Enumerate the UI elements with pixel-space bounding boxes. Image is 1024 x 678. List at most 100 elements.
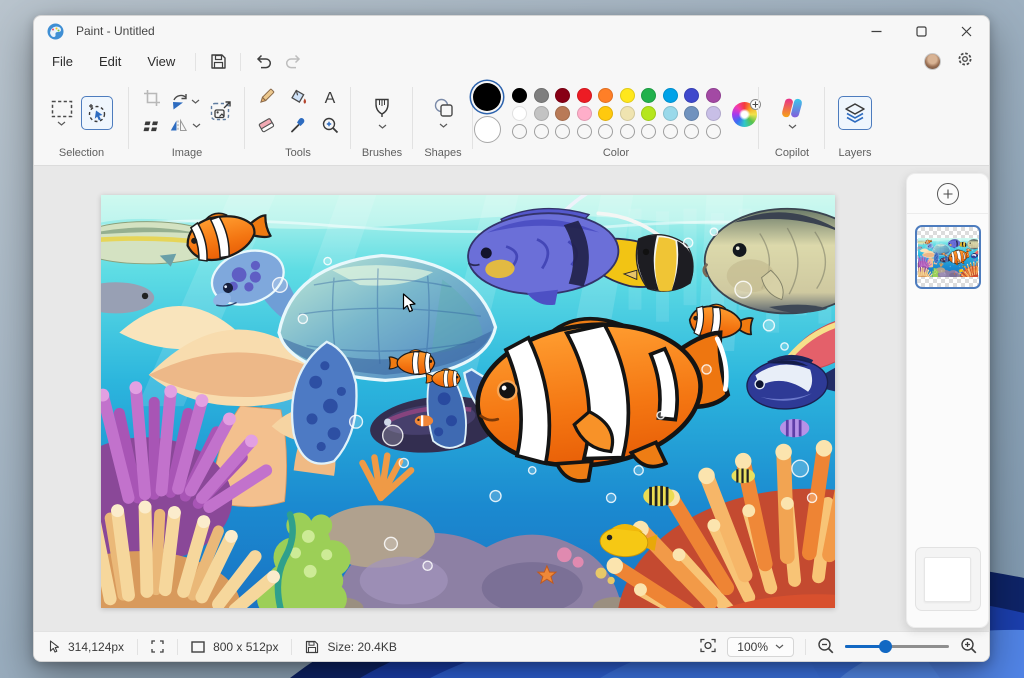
color-swatch-0-3[interactable] xyxy=(577,88,592,103)
redo-button[interactable] xyxy=(278,49,308,75)
resize-image-icon xyxy=(210,100,232,121)
color-swatch-1-5[interactable] xyxy=(620,106,635,121)
ribbon-section-selection: Selection xyxy=(34,77,129,165)
undo-button[interactable] xyxy=(248,49,278,75)
zoom-in-button[interactable] xyxy=(960,637,977,657)
color-swatch-1-7[interactable] xyxy=(663,106,678,121)
copilot-icon xyxy=(780,97,804,119)
menu-edit[interactable]: Edit xyxy=(86,49,134,74)
close-button[interactable] xyxy=(944,16,989,46)
gear-icon xyxy=(957,51,973,67)
cursor-position-value: 314,124px xyxy=(68,640,124,654)
color-swatch-0-1[interactable] xyxy=(534,88,549,103)
layer-thumbnail[interactable] xyxy=(915,225,981,289)
rectangle-select-tool[interactable] xyxy=(51,100,73,126)
ribbon-section-shapes: Color Shapes xyxy=(413,77,473,165)
zoom-level-dropdown[interactable]: 100% xyxy=(727,637,794,657)
custom-color-slot-2[interactable] xyxy=(555,124,570,139)
resize-skew-button[interactable] xyxy=(143,120,161,138)
settings-button[interactable] xyxy=(957,51,973,72)
chevron-down-icon xyxy=(439,123,448,128)
statusbar-divider xyxy=(805,639,806,655)
color-swatch-1-0[interactable] xyxy=(512,106,527,121)
color-swatch-0-7[interactable] xyxy=(663,88,678,103)
account-avatar[interactable] xyxy=(924,53,941,70)
layer-thumbnail-image xyxy=(918,238,978,277)
chevron-down-icon xyxy=(378,124,387,129)
fit-to-screen-button[interactable] xyxy=(700,638,716,656)
color-swatch-1-3[interactable] xyxy=(577,106,592,121)
menu-file[interactable]: File xyxy=(39,49,86,74)
custom-color-slot-9[interactable] xyxy=(706,124,721,139)
color-swatch-1-8[interactable] xyxy=(684,106,699,121)
color-picker-tool[interactable] xyxy=(289,116,307,139)
ribbon-section-copilot: Copilot xyxy=(759,77,825,165)
minimize-button[interactable] xyxy=(854,16,899,46)
crop-button[interactable] xyxy=(143,89,161,112)
smart-select-tool[interactable] xyxy=(81,96,113,130)
maximize-icon xyxy=(917,27,926,36)
canvas-size: 800 x 512px xyxy=(178,640,291,654)
custom-color-slot-0[interactable] xyxy=(512,124,527,139)
custom-color-slot-6[interactable] xyxy=(641,124,656,139)
custom-color-slot-5[interactable] xyxy=(620,124,635,139)
zoom-slider-thumb[interactable] xyxy=(879,640,892,653)
canvas-artwork[interactable] xyxy=(101,195,835,608)
custom-color-slot-4[interactable] xyxy=(598,124,613,139)
file-size-value: Size: 20.4KB xyxy=(327,640,396,654)
color-palette-grid xyxy=(512,88,721,139)
color-swatch-1-2[interactable] xyxy=(555,106,570,121)
text-tool[interactable]: A xyxy=(325,90,336,108)
color-swatch-0-0[interactable] xyxy=(512,88,527,103)
magnifier-tool[interactable] xyxy=(321,116,339,139)
custom-color-slot-7[interactable] xyxy=(663,124,678,139)
resize-image-button[interactable] xyxy=(210,100,232,126)
custom-color-slot-3[interactable] xyxy=(577,124,592,139)
cursor-position-icon xyxy=(49,640,60,653)
flip-button[interactable] xyxy=(170,118,201,133)
canvas-size-value: 800 x 512px xyxy=(213,640,278,654)
color-swatch-1-6[interactable] xyxy=(641,106,656,121)
custom-color-slot-1[interactable] xyxy=(534,124,549,139)
section-label: Color xyxy=(603,147,629,159)
background-layer-tile[interactable] xyxy=(915,547,981,611)
menu-view[interactable]: View xyxy=(134,49,188,74)
edit-colors-button[interactable] xyxy=(732,100,759,127)
color-swatch-0-5[interactable] xyxy=(620,88,635,103)
color-swatch-1-1[interactable] xyxy=(534,106,549,121)
background-color[interactable] xyxy=(474,116,501,143)
eraser-tool[interactable] xyxy=(257,117,276,138)
rotate-icon xyxy=(170,93,189,110)
paint-app-icon xyxy=(47,23,64,40)
fill-tool[interactable] xyxy=(288,88,308,111)
pencil-tool[interactable] xyxy=(257,87,276,111)
custom-color-slot-8[interactable] xyxy=(684,124,699,139)
brushes-button[interactable] xyxy=(374,98,390,129)
zoom-out-button[interactable] xyxy=(817,637,834,657)
layers-button[interactable] xyxy=(838,96,872,130)
foreground-color[interactable] xyxy=(473,83,501,111)
color-swatch-0-4[interactable] xyxy=(598,88,613,103)
canvas[interactable] xyxy=(101,195,835,608)
rectangle-select-icon xyxy=(51,100,73,118)
rotate-button[interactable] xyxy=(170,93,200,110)
color-swatch-0-8[interactable] xyxy=(684,88,699,103)
section-label: Selection xyxy=(59,147,104,159)
color-swatch-1-9[interactable] xyxy=(706,106,721,121)
text-tool-icon: A xyxy=(325,90,336,107)
color-swatch-0-6[interactable] xyxy=(641,88,656,103)
zoom-slider[interactable] xyxy=(845,640,949,654)
resize-skew-icon xyxy=(143,120,161,133)
color-swatch-0-9[interactable] xyxy=(706,88,721,103)
maximize-button[interactable] xyxy=(899,16,944,46)
color-swatch-0-2[interactable] xyxy=(555,88,570,103)
shapes-button[interactable] xyxy=(433,98,454,128)
menubar-divider xyxy=(195,53,196,71)
section-label: Image xyxy=(172,147,203,159)
save-button[interactable] xyxy=(203,49,233,75)
section-label: Tools xyxy=(285,147,311,159)
add-layer-button[interactable] xyxy=(937,183,959,205)
copilot-button[interactable] xyxy=(780,97,804,129)
section-label: Brushes xyxy=(362,147,402,159)
color-swatch-1-4[interactable] xyxy=(598,106,613,121)
